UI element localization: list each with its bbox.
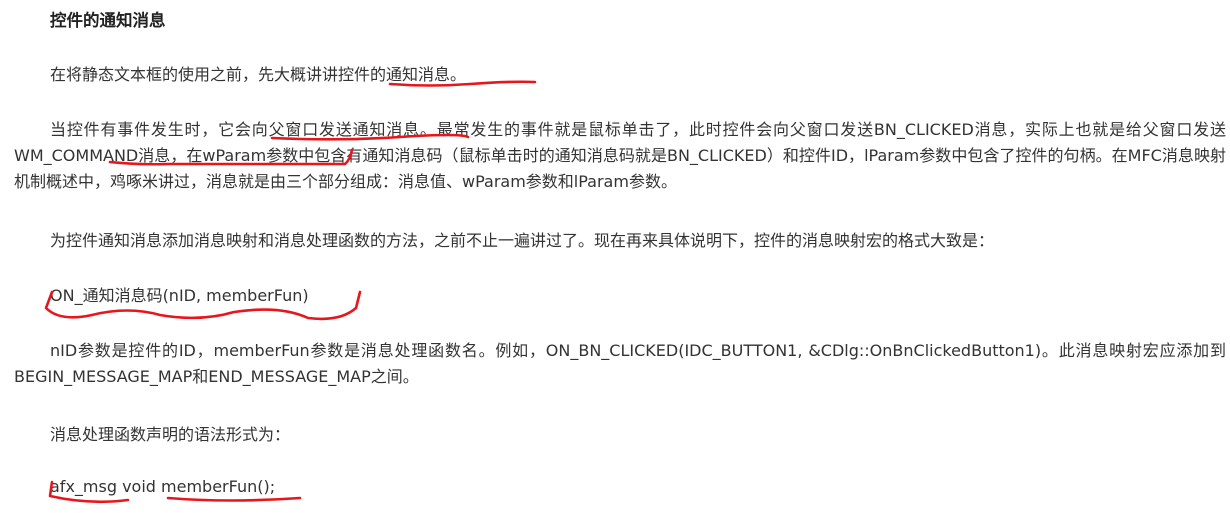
article-body: 控件的通知消息 在将静态文本框的使用之前，先大概讲讲控件的通知消息。 当控件有事… bbox=[0, 0, 1230, 513]
paragraph-notification-explanation: 当控件有事件发生时，它会向父窗口发送通知消息。最常发生的事件就是鼠标单击了，此时… bbox=[14, 117, 1226, 195]
explanation-underlined-text-2: WM_COMMAND消息 bbox=[14, 146, 171, 165]
paragraph-macro-format: ON_通知消息码(nID, memberFun) bbox=[50, 286, 309, 305]
paragraph-handler-syntax: afx_msg void memberFun(); bbox=[14, 474, 1226, 500]
paragraph-handler-syntax-intro: 消息处理函数声明的语法形式为： bbox=[50, 425, 291, 444]
intro-underlined-text: 控件的通知消息。 bbox=[338, 65, 467, 84]
explanation-text-3: ，在wParam参数中包含有通知消息码（鼠标单击时的通知消息码就是BN_CLIC… bbox=[14, 146, 1226, 191]
section-heading: 控件的通知消息 bbox=[50, 11, 166, 30]
member-fun-declaration: memberFun(); bbox=[161, 477, 276, 496]
paragraph-macro-intro: 为控件通知消息添加消息映射和消息处理函数的方法，之前不止一遍讲过了。现在再来具体… bbox=[50, 231, 995, 250]
explanation-underlined-text-1: 向父窗口发送通知消息 bbox=[251, 120, 420, 139]
afx-msg-keyword: afx_msg bbox=[50, 477, 117, 496]
paragraph-intro: 在将静态文本框的使用之前，先大概讲讲控件的通知消息。 bbox=[14, 62, 1226, 88]
explanation-text-1: 当控件有事件发生时，它会 bbox=[50, 120, 252, 139]
paragraph-macro-example: nID参数是控件的ID，memberFun参数是消息处理函数名。例如，ON_BN… bbox=[14, 341, 1226, 386]
intro-text: 在将静态文本框的使用之前，先大概讲讲 bbox=[50, 65, 339, 84]
void-keyword: void bbox=[116, 477, 162, 496]
explanation-text-2: 。最常发生的事件就是鼠标单击了，此时控件会向父窗口发送BN_CLICKED消息，… bbox=[419, 120, 1226, 139]
